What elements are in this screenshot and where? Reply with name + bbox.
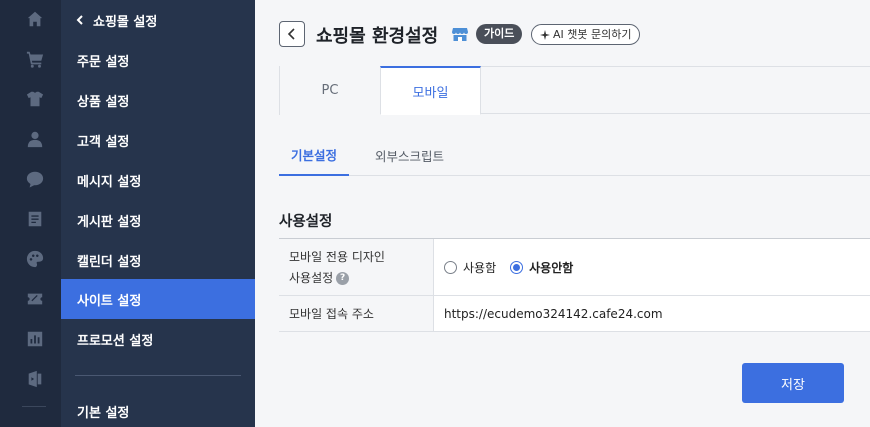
menu-header-label: 쇼핑몰 설정 xyxy=(93,14,158,30)
cart-icon[interactable] xyxy=(24,48,46,70)
mobile-url-value: https://ecudemo324142.cafe24.com xyxy=(444,306,663,321)
menu-item-product[interactable]: 상품 설정 xyxy=(61,80,255,120)
tab-label: 외부스크립트 xyxy=(375,149,445,164)
tab-label: 기본설정 xyxy=(290,148,337,163)
chart-icon[interactable] xyxy=(24,328,46,350)
menu-item-label: 사이트 설정 xyxy=(77,293,142,309)
table-row: 모바일 접속 주소 https://ecudemo324142.cafe24.c… xyxy=(279,296,870,332)
chevron-left-icon xyxy=(287,28,295,40)
chevron-left-icon xyxy=(76,15,83,25)
ai-chatbot-label: AI 챗봇 문의하기 xyxy=(553,28,632,41)
menu-divider xyxy=(75,375,241,376)
palette-icon[interactable] xyxy=(24,248,46,270)
menu-item-label: 기본 설정 xyxy=(77,405,130,421)
tab-basic-settings[interactable]: 기본설정 xyxy=(279,135,349,176)
menu-item-basic[interactable]: 기본 설정 xyxy=(61,391,255,427)
table-row: 모바일 전용 디자인 사용설정? 사용함 사용안함 xyxy=(279,239,870,296)
back-button[interactable] xyxy=(279,21,305,47)
icon-rail xyxy=(0,0,61,427)
tab-label: 모바일 xyxy=(412,85,449,101)
row-label-line2: 사용설정? xyxy=(289,269,423,286)
page-title: 쇼핑몰 환경설정 xyxy=(316,26,439,47)
shirt-icon[interactable] xyxy=(24,88,46,110)
menu-item-site[interactable]: 사이트 설정 xyxy=(61,279,255,319)
save-button[interactable]: 저장 xyxy=(742,363,844,403)
radio-not-use[interactable]: 사용안함 xyxy=(510,259,573,276)
menu-item-label: 고객 설정 xyxy=(77,134,130,150)
menu-item-message[interactable]: 메시지 설정 xyxy=(61,160,255,200)
menu-item-calendar[interactable]: 캘린더 설정 xyxy=(61,240,255,280)
chat-icon[interactable] xyxy=(24,168,46,190)
settings-menu: 쇼핑몰 설정 주문 설정 상품 설정 고객 설정 메시지 설정 게시판 설정 캘… xyxy=(61,0,255,427)
ai-chatbot-button[interactable]: AI 챗봇 문의하기 xyxy=(531,24,641,45)
section-title: 사용설정 xyxy=(279,214,333,230)
row-header: 모바일 접속 주소 xyxy=(279,296,434,331)
sub-tabs: 기본설정 외부스크립트 xyxy=(279,135,870,176)
menu-item-promotion[interactable]: 프로모션 설정 xyxy=(61,319,255,359)
menu-item-customer[interactable]: 고객 설정 xyxy=(61,120,255,160)
menu-item-label: 게시판 설정 xyxy=(77,214,142,230)
tab-pc[interactable]: PC xyxy=(279,66,380,115)
app-store-icon[interactable] xyxy=(24,368,46,390)
radio-button[interactable] xyxy=(510,260,524,274)
radio-label: 사용함 xyxy=(463,260,497,275)
guide-badge[interactable]: 가이드 xyxy=(476,24,523,44)
storefront-icon[interactable] xyxy=(452,27,468,42)
menu-back-header[interactable]: 쇼핑몰 설정 xyxy=(61,0,255,40)
radio-use[interactable]: 사용함 xyxy=(444,259,496,276)
main-content: 쇼핑몰 환경설정 가이드 AI 챗봇 문의하기 PC 모바일 기본설정 외부스크… xyxy=(255,0,870,427)
row-label: 모바일 접속 주소 xyxy=(289,307,374,321)
menu-item-label: 상품 설정 xyxy=(77,94,130,110)
menu-item-label: 메시지 설정 xyxy=(77,174,142,190)
document-icon[interactable] xyxy=(24,208,46,230)
tab-label: PC xyxy=(321,83,339,98)
coupon-icon[interactable] xyxy=(24,288,46,310)
home-icon[interactable] xyxy=(24,8,46,30)
menu-item-board[interactable]: 게시판 설정 xyxy=(61,200,255,240)
menu-item-label: 프로모션 설정 xyxy=(77,333,154,349)
tab-mobile[interactable]: 모바일 xyxy=(380,66,481,115)
radio-label: 사용안함 xyxy=(529,260,574,275)
row-header: 모바일 전용 디자인 사용설정? xyxy=(279,239,434,295)
menu-item-label: 캘린더 설정 xyxy=(77,254,142,270)
radio-group: 사용함 사용안함 xyxy=(434,239,870,295)
menu-item-label: 주문 설정 xyxy=(77,54,130,70)
menu-item-order[interactable]: 주문 설정 xyxy=(61,40,255,80)
device-tabs: PC 모바일 xyxy=(279,66,870,115)
row-label: 모바일 전용 디자인 xyxy=(289,250,385,264)
row-label: 사용설정 xyxy=(289,271,334,285)
sparkle-icon xyxy=(540,29,550,40)
settings-table: 모바일 전용 디자인 사용설정? 사용함 사용안함 모바일 접속 주소 http… xyxy=(279,238,870,332)
help-icon[interactable]: ? xyxy=(336,272,350,285)
tab-external-script[interactable]: 외부스크립트 xyxy=(375,135,444,176)
person-icon[interactable] xyxy=(24,128,46,150)
rail-divider xyxy=(22,406,46,407)
radio-button[interactable] xyxy=(444,260,457,274)
